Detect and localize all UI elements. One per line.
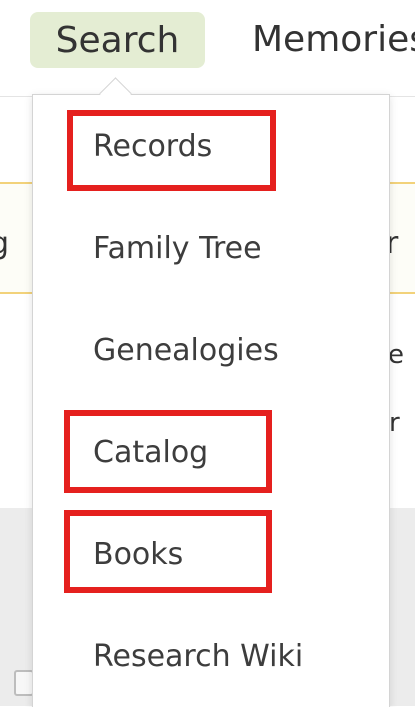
background-text-fragment: e: [388, 340, 404, 370]
menu-item-family-tree[interactable]: Family Tree: [93, 229, 262, 269]
menu-item-records[interactable]: Records: [93, 127, 212, 167]
menu-item-research-wiki[interactable]: Research Wiki: [93, 637, 303, 677]
nav-tab-search[interactable]: Search: [30, 12, 205, 68]
top-nav: Search Memories: [0, 0, 415, 96]
menu-item-catalog[interactable]: Catalog: [93, 433, 208, 473]
nav-tab-memories[interactable]: Memories: [252, 15, 415, 65]
menu-item-books[interactable]: Books: [93, 535, 183, 575]
background-text-fragment: g: [0, 226, 9, 261]
search-dropdown-menu: [32, 94, 390, 707]
background-panel: [388, 508, 415, 706]
menu-item-genealogies[interactable]: Genealogies: [93, 331, 279, 371]
background-checkbox[interactable]: [14, 670, 34, 696]
background-text-fragment: r: [389, 408, 400, 438]
